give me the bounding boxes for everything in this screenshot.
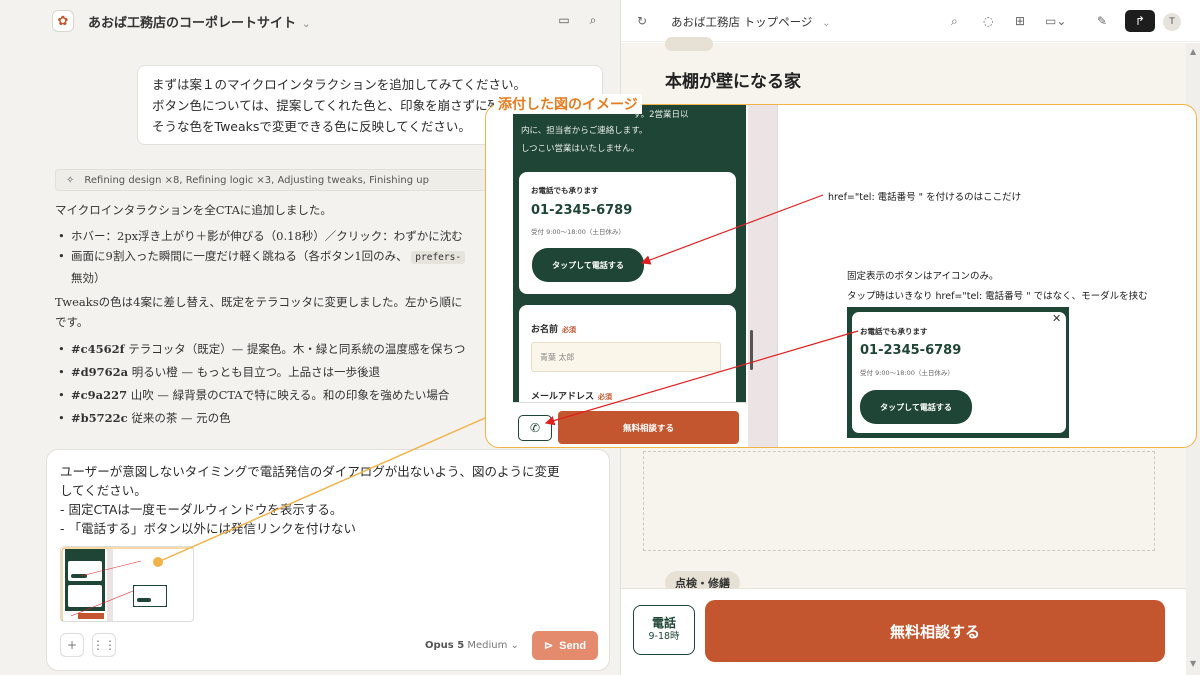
sticky-phone-label: 電話 bbox=[651, 616, 676, 630]
close-icon[interactable]: ✕ bbox=[1052, 312, 1061, 325]
color-desc: 山吹 — 緑背景のCTAで特に映える。和の印象を強めたい場合 bbox=[130, 388, 450, 402]
attachment-preview-image bbox=[61, 547, 193, 621]
required-badge: 必須 bbox=[598, 393, 613, 401]
preview-page-selector[interactable]: あおば工務店 トップページ ⌄ bbox=[671, 14, 830, 30]
composer-line: してください。 bbox=[60, 483, 147, 498]
app-window: ✿ あおば工務店のコーポレートサイト ⌄ ▭ ⌕ まずは案１のマイクロインタラクシ… bbox=[0, 0, 1200, 675]
form-label-name: お名前 必須 bbox=[531, 322, 576, 335]
phone-contact-card: お電話でも承ります 01-2345-6789 受付 9:00〜18:00（土日休… bbox=[519, 172, 736, 294]
color-hex: #c4562f bbox=[71, 342, 125, 356]
card-title: お電話でも承ります bbox=[531, 186, 599, 195]
annotation-sticky: 固定表示のボタンはアイコンのみ。 bbox=[847, 271, 999, 282]
device-icon[interactable]: ▭⌄ bbox=[1045, 14, 1066, 28]
components-icon[interactable]: ⊞ bbox=[1015, 14, 1025, 28]
preview-title: あおば工務店 トップページ bbox=[671, 15, 813, 29]
form-label-text: お名前 bbox=[531, 325, 559, 335]
model-name: Opus 5 bbox=[425, 640, 465, 651]
phone-text: しつこい営業はいたしません。 bbox=[521, 144, 640, 154]
composer-line: - 固定CTAは一度モーダルウィンドウを表示する。 bbox=[60, 502, 343, 517]
progress-text: Refining design ×8, Refining logic ×3, A… bbox=[84, 174, 429, 186]
sidebar-icon[interactable]: ▭ bbox=[557, 13, 571, 27]
chat-bubble-icon[interactable]: ⌕ bbox=[586, 13, 600, 27]
chevron-down-icon: ⌄ bbox=[510, 640, 519, 651]
share-icon[interactable]: ↱ bbox=[1125, 10, 1155, 32]
phone-mockup: す。2営業日以 内に、担当者からご連絡します。 しつこい営業はいたしません。 お… bbox=[513, 105, 746, 447]
sticky-phone-hours: 9-18時 bbox=[648, 631, 680, 642]
color-hex: #b5722c bbox=[71, 411, 128, 425]
scroll-down-icon[interactable]: ▼ bbox=[1190, 659, 1196, 668]
voice-icon[interactable]: ⋮⋮ bbox=[92, 633, 116, 657]
scroll-up-icon[interactable]: ▲ bbox=[1190, 47, 1196, 56]
model-selector[interactable]: Opus 5 Medium ⌄ bbox=[425, 640, 519, 651]
send-button[interactable]: ⊳ Send bbox=[532, 631, 598, 660]
avatar[interactable]: T bbox=[1163, 13, 1181, 31]
name-field[interactable]: 青葉 太郎 bbox=[531, 342, 721, 372]
project-title-text: あおば工務店のコーポレートサイト bbox=[88, 16, 297, 31]
pencil-icon[interactable]: ✎ bbox=[1097, 14, 1107, 28]
send-icon: ⊳ bbox=[543, 640, 554, 652]
comment-icon[interactable]: ◌ bbox=[983, 14, 993, 28]
annotation-modal: タップ時はいきなり href="tel: 電話番号 " ではなく、モーダルを挟む bbox=[847, 291, 1148, 302]
attachment-thumbnail[interactable] bbox=[60, 546, 194, 622]
code-inline: prefers- bbox=[411, 251, 466, 264]
palette-icon[interactable]: ✿ bbox=[52, 10, 74, 32]
project-title[interactable]: あおば工務店のコーポレートサイト ⌄ bbox=[88, 12, 310, 31]
phone-consult-button[interactable]: 無料相談する bbox=[558, 411, 739, 444]
message-composer[interactable]: ユーザーが意図しないタイミングで電話発信のダイアログが出ないよう、図のように変更… bbox=[46, 449, 610, 671]
modal-number: 01-2345-6789 bbox=[860, 343, 962, 358]
attached-figure-overlay: す。2営業日以 内に、担当者からご連絡します。 しつこい営業はいたしません。 お… bbox=[485, 104, 1197, 448]
color-desc: 明るい橙 — もっとも目立つ。上品さは一歩後退 bbox=[131, 365, 381, 379]
modal-title: お電話でも承ります bbox=[860, 327, 928, 336]
form-label-email: メールアドレス 必須 bbox=[531, 389, 612, 402]
composer-line: ユーザーが意図しないタイミングで電話発信のダイアログが出ないよう、図のように変更 bbox=[60, 464, 560, 479]
plus-icon[interactable]: + bbox=[60, 633, 84, 657]
chevron-down-icon: ⌄ bbox=[822, 18, 831, 29]
call-button[interactable]: タップして電話する bbox=[532, 248, 644, 282]
phone-scrollbar bbox=[750, 330, 753, 370]
overlay-label: 添付した図のイメージ bbox=[494, 94, 642, 114]
preview-header: ↻ あおば工務店 トップページ ⌄ ⌕ ◌ ⊞ ▭⌄ ✎ ↱ T bbox=[621, 0, 1200, 42]
color-desc: テラコッタ（既定）— 提案色。木・緑と同系統の温度感を保ちつ bbox=[128, 342, 466, 356]
color-hex: #c9a227 bbox=[71, 388, 128, 402]
composer-line: - 「電話する」ボタン以外には発信リンクを付けない bbox=[60, 521, 356, 536]
search-icon[interactable]: ⌕ bbox=[951, 14, 958, 29]
modal-call-button[interactable]: タップして電話する bbox=[860, 390, 972, 424]
form-label-text: メールアドレス bbox=[531, 392, 595, 402]
modal-hours: 受付 9:00〜18:00（土日休み） bbox=[860, 369, 954, 377]
sticky-consult-button[interactable]: 無料相談する bbox=[705, 600, 1165, 662]
color-hex: #d9762a bbox=[71, 365, 129, 379]
composer-input[interactable]: ユーザーが意図しないタイミングで電話発信のダイアログが出ないよう、図のように変更… bbox=[60, 462, 600, 538]
phone-icon[interactable]: ✆ bbox=[518, 415, 552, 441]
model-effort: Medium bbox=[467, 640, 508, 651]
tag-chip-partial bbox=[665, 37, 713, 51]
card-hours: 受付 9:00〜18:00（土日休み） bbox=[531, 228, 625, 236]
user-message-line: まずは案１のマイクロインタラクションを追加してみてください。 bbox=[152, 77, 527, 92]
annotation-tel-link: href="tel: 電話番号 " を付けるのはここだけ bbox=[828, 192, 1022, 203]
phone-text: 内に、担当者からご連絡します。 bbox=[521, 126, 648, 136]
sparkle-icon: ✧ bbox=[66, 174, 75, 186]
card-number: 01-2345-6789 bbox=[531, 203, 633, 218]
phone-frame bbox=[748, 105, 778, 447]
color-desc: 従来の茶 — 元の色 bbox=[131, 411, 231, 425]
reply-text: 画面に9割入った瞬間に一度だけ軽く跳ねる（各ボタン1回のみ、 bbox=[71, 249, 408, 263]
send-label: Send bbox=[559, 639, 587, 652]
sticky-phone-button[interactable]: 電話 9-18時 bbox=[633, 605, 695, 655]
image-placeholder bbox=[643, 451, 1155, 551]
required-badge: 必須 bbox=[562, 326, 577, 334]
section-heading: 本棚が壁になる家 bbox=[665, 72, 801, 92]
phone-modal: お電話でも承ります 01-2345-6789 受付 9:00〜18:00（土日休… bbox=[852, 312, 1066, 433]
refresh-icon[interactable]: ↻ bbox=[637, 14, 647, 28]
phone-form-card: お名前 必須 青葉 太郎 メールアドレス 必須 bbox=[519, 305, 736, 415]
chevron-down-icon: ⌄ bbox=[302, 19, 311, 30]
